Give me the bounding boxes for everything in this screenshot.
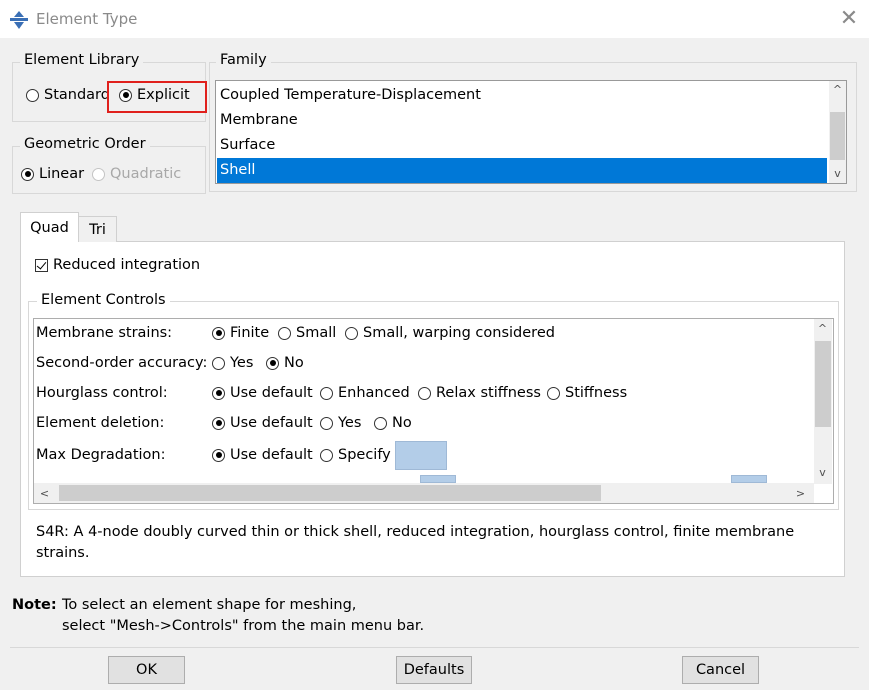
radio-hourglass-stiffness-label: Stiffness [565,385,628,401]
family-item-surface[interactable]: Surface [217,133,827,158]
controls-vertical-scrollbar[interactable]: ^ v [814,319,832,484]
separator [10,647,859,648]
partial-field-left[interactable] [420,475,456,483]
radio-degradation-default[interactable]: Use default [212,447,313,463]
radio-second-order-yes[interactable]: Yes [212,355,253,371]
radio-hourglass-relax-stiffness-label: Relax stiffness [436,385,541,401]
cancel-button[interactable]: Cancel [682,656,759,684]
radio-standard-label: Standard [44,87,110,103]
scroll-down-icon[interactable]: v [814,464,831,481]
radio-hourglass-default-indicator[interactable] [212,386,225,400]
radio-quadratic: Quadratic [92,166,181,182]
second-order-accuracy-label: Second-order accuracy: [36,355,208,371]
close-icon[interactable]: ✕ [835,6,863,32]
radio-deletion-no[interactable]: No [374,415,412,431]
radio-degradation-specify-label: Specify [338,447,391,463]
radio-degradation-specify[interactable]: Specify [320,447,391,463]
max-degradation-value-field[interactable] [395,441,447,470]
note-text-line2: select "Mesh->Controls" from the main me… [62,618,425,634]
hourglass-control-label: Hourglass control: [36,385,168,401]
radio-hourglass-relax-stiffness-indicator[interactable] [418,386,431,400]
radio-membrane-finite[interactable]: Finite [212,325,269,341]
radio-deletion-no-label: No [392,415,412,431]
radio-second-order-no[interactable]: No [266,355,304,371]
radio-deletion-default-label: Use default [230,415,313,431]
reduced-integration-label: Reduced integration [53,257,201,273]
radio-linear-indicator[interactable] [21,167,34,181]
app-icon [10,11,28,29]
radio-membrane-small-label: Small [296,325,337,341]
radio-second-order-yes-indicator[interactable] [212,356,225,370]
window-title: Element Type [36,10,138,28]
radio-degradation-default-label: Use default [230,447,313,463]
radio-membrane-finite-indicator[interactable] [212,326,225,340]
element-controls-scroll-area[interactable]: Membrane strains: Finite Small Small, wa… [33,318,834,504]
family-legend: Family [216,52,271,68]
scroll-right-icon[interactable]: > [792,485,809,502]
radio-deletion-no-indicator[interactable] [374,416,387,430]
radio-membrane-small-warping[interactable]: Small, warping considered [345,325,555,341]
element-description-line2: strains. [36,545,90,561]
radio-standard-indicator[interactable] [26,88,39,102]
scroll-left-icon[interactable]: < [36,485,53,502]
element-controls-legend: Element Controls [37,292,170,308]
scroll-down-icon[interactable]: v [829,165,846,182]
max-degradation-label: Max Degradation: [36,447,166,463]
defaults-button[interactable]: Defaults [396,656,472,684]
radio-quadratic-indicator [92,167,105,181]
scroll-up-icon[interactable]: ^ [829,81,846,98]
element-library-legend: Element Library [20,52,144,68]
controls-vscroll-thumb[interactable] [815,341,831,427]
family-scrollbar[interactable]: ^ v [829,81,846,183]
radio-linear[interactable]: Linear [21,166,84,182]
radio-second-order-no-label: No [284,355,304,371]
radio-hourglass-relax-stiffness[interactable]: Relax stiffness [418,385,541,401]
tab-tri[interactable]: Tri [79,216,117,242]
radio-deletion-yes[interactable]: Yes [320,415,361,431]
radio-hourglass-stiffness[interactable]: Stiffness [547,385,627,401]
radio-membrane-small-warping-label: Small, warping considered [363,325,555,341]
radio-hourglass-enhanced-indicator[interactable] [320,386,333,400]
radio-hourglass-default-label: Use default [230,385,313,401]
controls-hscroll-thumb[interactable] [59,485,601,501]
radio-deletion-yes-indicator[interactable] [320,416,333,430]
radio-membrane-small-indicator[interactable] [278,326,291,340]
reduced-integration-check-indicator[interactable] [35,258,48,272]
note-text-line1: To select an element shape for meshing, [62,597,357,613]
radio-hourglass-enhanced[interactable]: Enhanced [320,385,410,401]
radio-membrane-small[interactable]: Small [278,325,336,341]
geometric-order-legend: Geometric Order [20,136,150,152]
radio-membrane-finite-label: Finite [230,325,270,341]
radio-deletion-default[interactable]: Use default [212,415,313,431]
scroll-up-icon[interactable]: ^ [814,320,831,337]
note-label: Note: [12,597,57,613]
radio-deletion-default-indicator[interactable] [212,416,225,430]
highlight-box [107,81,207,113]
ok-button[interactable]: OK [108,656,185,684]
family-item-shell[interactable]: Shell [217,158,827,183]
family-list[interactable]: Coupled Temperature-Displacement Membran… [215,80,847,184]
partial-field-right[interactable] [731,475,767,483]
family-item-coupled-temp-disp[interactable]: Coupled Temperature-Displacement [217,83,827,108]
radio-deletion-yes-label: Yes [338,415,362,431]
radio-linear-label: Linear [39,166,85,182]
radio-second-order-no-indicator[interactable] [266,356,279,370]
radio-membrane-small-warping-indicator[interactable] [345,326,358,340]
radio-degradation-default-indicator[interactable] [212,448,225,462]
family-scroll-thumb[interactable] [830,112,845,160]
radio-hourglass-stiffness-indicator[interactable] [547,386,560,400]
radio-second-order-yes-label: Yes [230,355,254,371]
tab-quad[interactable]: Quad [20,212,79,242]
radio-standard[interactable]: Standard [26,87,110,103]
family-item-membrane[interactable]: Membrane [217,108,827,133]
element-description-line1: S4R: A 4-node doubly curved thin or thic… [36,524,795,540]
radio-quadratic-label: Quadratic [110,166,182,182]
controls-horizontal-scrollbar[interactable]: < > [34,483,814,503]
radio-hourglass-default[interactable]: Use default [212,385,313,401]
radio-degradation-specify-indicator[interactable] [320,448,333,462]
radio-hourglass-enhanced-label: Enhanced [338,385,410,401]
membrane-strains-label: Membrane strains: [36,325,173,341]
element-deletion-label: Element deletion: [36,415,165,431]
reduced-integration-checkbox[interactable]: Reduced integration [35,257,200,273]
